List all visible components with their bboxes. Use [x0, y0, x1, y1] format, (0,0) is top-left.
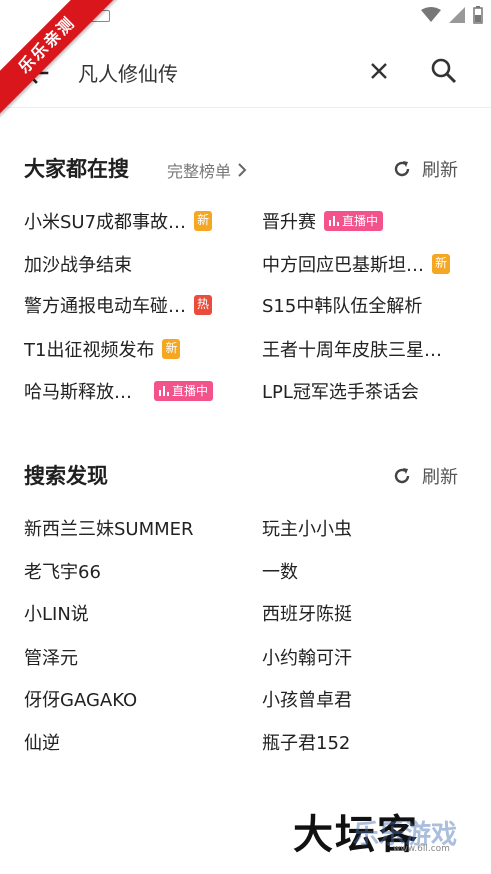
watermark-url: www.6ll.com	[393, 844, 450, 854]
live-bars-icon	[159, 386, 169, 396]
discover-item[interactable]: 老飞宇66	[24, 558, 101, 584]
back-arrow-icon[interactable]	[20, 56, 54, 90]
discover-item-text: 新西兰三妹SUMMER	[24, 519, 194, 540]
keyboard-icon	[90, 10, 110, 22]
status-bar	[0, 0, 491, 36]
hot-search-title: 大家都在搜	[24, 157, 129, 181]
live-badge-text: 直播中	[342, 214, 379, 228]
hot-item-text: T1出征视频发布	[24, 340, 155, 361]
discover-section: 搜索发现 刷新 新西兰三妹SUMMER 玩主小小虫 老飞宇66 一数 小LIN说…	[0, 460, 491, 760]
hot-badge: 热	[194, 295, 213, 315]
hot-item-text: 加沙战争结束	[24, 255, 132, 276]
hot-item[interactable]: 加沙战争结束	[24, 251, 132, 277]
discover-item[interactable]: 西班牙陈挺	[262, 600, 352, 626]
discover-header: 搜索发现 刷新	[0, 460, 491, 490]
new-badge: 新	[432, 254, 451, 274]
hot-item[interactable]: S15中韩队伍全解析	[262, 292, 422, 318]
discover-item[interactable]: 瓶子君152	[262, 729, 350, 755]
clear-icon[interactable]	[364, 56, 394, 86]
live-badge: 直播中	[154, 381, 214, 401]
hot-refresh-label: 刷新	[422, 160, 458, 181]
refresh-icon	[394, 468, 410, 484]
hot-item[interactable]: 哈马斯释放… 直播中	[24, 378, 214, 404]
live-badge-text: 直播中	[172, 384, 209, 398]
status-icons	[421, 6, 483, 24]
wifi-icon	[421, 7, 441, 22]
live-badge: 直播中	[324, 211, 384, 231]
hot-refresh-button[interactable]: 刷新	[392, 156, 458, 182]
hot-item[interactable]: 中方回应巴基斯坦… 新	[262, 251, 451, 277]
hot-item-text: 警方通报电动车碰…	[24, 296, 186, 317]
full-list-link[interactable]: 完整榜单	[167, 158, 247, 182]
discover-item-text: 仙逆	[24, 733, 60, 754]
refresh-icon	[394, 161, 410, 177]
discover-item-text: 玩主小小虫	[262, 519, 352, 540]
discover-item-text: 西班牙陈挺	[262, 604, 352, 625]
discover-item[interactable]: 小孩曾卓君	[262, 686, 352, 712]
hot-item[interactable]: 晋升赛 直播中	[262, 208, 384, 234]
hot-item[interactable]: 警方通报电动车碰… 热	[24, 292, 213, 318]
discover-item-text: 小约翰可汗	[262, 648, 352, 669]
hot-item-text: LPL冠军选手茶话会	[262, 382, 419, 403]
hot-search-header: 大家都在搜 完整榜单 刷新	[0, 153, 491, 183]
hot-item-text: 中方回应巴基斯坦…	[262, 255, 424, 276]
discover-title: 搜索发现	[24, 464, 108, 488]
discover-item[interactable]: 新西兰三妹SUMMER	[24, 515, 194, 541]
hot-item-text: 晋升赛	[262, 212, 316, 233]
discover-item[interactable]: 仙逆	[24, 729, 60, 755]
discover-item-text: 一数	[262, 562, 298, 583]
discover-item-text: 老飞宇66	[24, 562, 101, 583]
search-input[interactable]: 凡人修仙传	[78, 58, 178, 87]
hot-item-text: 王者十周年皮肤三星…	[262, 340, 442, 361]
hot-item-text: 小米SU7成都事故…	[24, 212, 187, 233]
discover-refresh-label: 刷新	[422, 467, 458, 488]
new-badge: 新	[162, 339, 181, 359]
hot-item[interactable]: 王者十周年皮肤三星…	[262, 336, 442, 362]
signal-icon	[449, 7, 465, 23]
discover-item[interactable]: 伢伢GAGAKO	[24, 686, 137, 712]
full-list-label: 完整榜单	[167, 162, 232, 181]
chevron-right-icon	[238, 163, 247, 177]
live-bars-icon	[329, 216, 339, 226]
discover-item-text: 管泽元	[24, 648, 78, 669]
discover-item[interactable]: 小LIN说	[24, 600, 89, 626]
discover-item-text: 小孩曾卓君	[262, 690, 352, 711]
discover-refresh-button[interactable]: 刷新	[392, 463, 458, 489]
discover-item-text: 瓶子君152	[262, 733, 351, 754]
discover-item[interactable]: 小约翰可汗	[262, 644, 352, 670]
discover-item[interactable]: 一数	[262, 558, 298, 584]
discover-item-text: 伢伢GAGAKO	[24, 690, 138, 711]
hot-item[interactable]: 小米SU7成都事故… 新	[24, 208, 213, 234]
hot-search-section: 大家都在搜 完整榜单 刷新 小米SU7成都事故… 新 晋升赛 直播中 加沙战争结…	[0, 153, 491, 413]
hot-item-text: S15中韩队伍全解析	[262, 296, 423, 317]
discover-item[interactable]: 管泽元	[24, 644, 78, 670]
hot-item-text: 哈马斯释放…	[24, 382, 132, 403]
search-bar: 凡人修仙传	[0, 38, 491, 108]
discover-item-text: 小LIN说	[24, 604, 89, 625]
site-watermark: 大坛客 乐乐游戏 www.6ll.com	[293, 798, 473, 858]
discover-item[interactable]: 玩主小小虫	[262, 515, 352, 541]
hot-item[interactable]: LPL冠军选手茶话会	[262, 378, 419, 404]
hot-item[interactable]: T1出征视频发布 新	[24, 336, 181, 362]
battery-icon	[473, 6, 483, 24]
new-badge: 新	[194, 211, 213, 231]
search-icon[interactable]	[428, 55, 460, 87]
